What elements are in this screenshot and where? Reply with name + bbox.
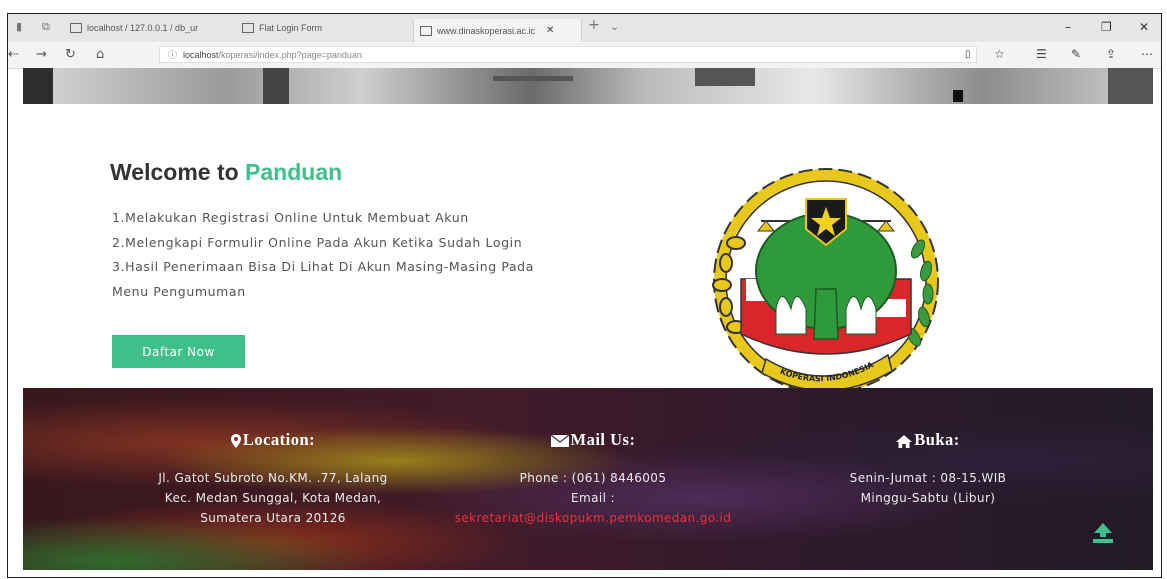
forward-icon[interactable]: → bbox=[36, 47, 47, 62]
page-icon bbox=[242, 23, 254, 33]
footer-hours: Buka: Senin-Jumat : 08-15.WIB Minggu-Sab… bbox=[803, 430, 1053, 508]
tab-phpmyadmin[interactable]: localhost / 127.0.0.1 / db_ur bbox=[70, 19, 230, 37]
new-tab-icon[interactable]: + bbox=[588, 17, 600, 33]
web-note-icon[interactable]: ✎ bbox=[1071, 47, 1081, 61]
daftar-now-button[interactable]: Daftar Now bbox=[112, 335, 245, 368]
title-highlight: Panduan bbox=[245, 159, 343, 185]
url-field[interactable]: ⓘ localhost/koperasi/index.php?page=pand… bbox=[159, 46, 977, 63]
location-line: Kec. Medan Sunggal, Kota Medan, bbox=[164, 491, 382, 505]
refresh-icon[interactable]: ↻ bbox=[65, 47, 76, 62]
hours-heading: Buka: bbox=[803, 430, 1053, 450]
tab-bar: ▮ ⧉ localhost / 127.0.0.1 / db_ur Flat L… bbox=[8, 14, 1161, 42]
hours-line: Minggu-Sabtu (Libur) bbox=[860, 491, 996, 505]
tab-label: www.dinaskoperasi.ac.ic bbox=[437, 25, 536, 36]
hours-line: Senin-Jumat : 08-15.WIB bbox=[849, 471, 1007, 485]
page-title: Welcome to Panduan bbox=[110, 159, 342, 186]
location-title: Location: bbox=[242, 430, 316, 449]
close-window-icon[interactable]: ✕ bbox=[1139, 20, 1149, 34]
tab-active[interactable]: www.dinaskoperasi.ac.ic ✕ bbox=[413, 19, 582, 42]
footer-location: Location: Jl. Gatot Subroto No.KM. .77, … bbox=[138, 430, 408, 528]
step-item: 3.Hasil Penerimaan Bisa Di Lihat Di Akun… bbox=[112, 259, 534, 299]
email-link[interactable]: sekretariat@diskopukm.pemkomedan.go.id bbox=[433, 508, 753, 528]
email-label: Email : bbox=[571, 491, 615, 505]
info-icon: ⓘ bbox=[168, 50, 178, 60]
tab-preview-icon[interactable]: ⧉ bbox=[42, 20, 50, 34]
share-icon[interactable]: ⇪ bbox=[1106, 47, 1116, 61]
step-item: 1.Melakukan Registrasi Online Untuk Memb… bbox=[112, 210, 469, 225]
mail-title: Mail Us: bbox=[570, 430, 636, 449]
scroll-to-top-icon[interactable] bbox=[1091, 522, 1115, 544]
steps-list: 1.Melakukan Registrasi Online Untuk Memb… bbox=[112, 206, 572, 304]
location-line: Jl. Gatot Subroto No.KM. .77, Lalang bbox=[158, 471, 388, 485]
mail-heading: Mail Us: bbox=[433, 430, 753, 450]
favorites-hub-icon[interactable]: ☰ bbox=[1036, 47, 1047, 61]
close-tab-icon[interactable]: ✕ bbox=[546, 25, 554, 36]
envelope-icon bbox=[550, 435, 569, 448]
tab-list-chevron-icon[interactable]: ⌄ bbox=[610, 20, 619, 33]
hours-title: Buka: bbox=[914, 430, 960, 449]
title-prefix: Welcome to bbox=[110, 159, 239, 185]
location-line: Sumatera Utara 20126 bbox=[200, 511, 346, 525]
home-icon bbox=[896, 434, 913, 448]
page-icon bbox=[420, 25, 432, 36]
header-photo-strip bbox=[23, 68, 1153, 104]
koperasi-emblem: KOPERASI INDONESIA bbox=[712, 168, 939, 394]
restore-icon[interactable]: ❐ bbox=[1101, 20, 1112, 34]
address-bar: ⇠ → ↻ ⌂ ⓘ localhost/koperasi/index.php?p… bbox=[8, 42, 1161, 69]
footer: Location: Jl. Gatot Subroto No.KM. .77, … bbox=[23, 388, 1153, 570]
url-host: localhost bbox=[183, 49, 219, 60]
browser-window: ▮ ⧉ localhost / 127.0.0.1 / db_ur Flat L… bbox=[7, 13, 1162, 578]
minimize-icon[interactable]: – bbox=[1065, 20, 1071, 34]
step-item: 2.Melengkapi Formulir Online Pada Akun K… bbox=[112, 234, 523, 250]
reading-view-icon[interactable]: ▯ bbox=[965, 49, 971, 60]
tab-label: localhost / 127.0.0.1 / db_ur bbox=[87, 23, 199, 33]
page-icon bbox=[70, 23, 82, 33]
more-icon[interactable]: ⋯ bbox=[1141, 47, 1153, 61]
back-icon[interactable]: ⇠ bbox=[8, 47, 19, 62]
map-marker-icon bbox=[230, 434, 241, 449]
location-heading: Location: bbox=[138, 430, 408, 450]
phone-text: Phone : (061) 8446005 bbox=[519, 471, 667, 485]
favorite-star-icon[interactable]: ☆ bbox=[994, 47, 1005, 61]
footer-mail: Mail Us: Phone : (061) 8446005 Email : s… bbox=[433, 430, 753, 528]
home-icon[interactable]: ⌂ bbox=[96, 47, 104, 62]
tab-switcher-icon[interactable]: ▮ bbox=[16, 20, 22, 33]
tab-label: Flat Login Form bbox=[259, 23, 323, 33]
tab-login-form[interactable]: Flat Login Form bbox=[242, 19, 392, 37]
url-path: /koperasi/index.php?page=panduan bbox=[218, 49, 362, 60]
